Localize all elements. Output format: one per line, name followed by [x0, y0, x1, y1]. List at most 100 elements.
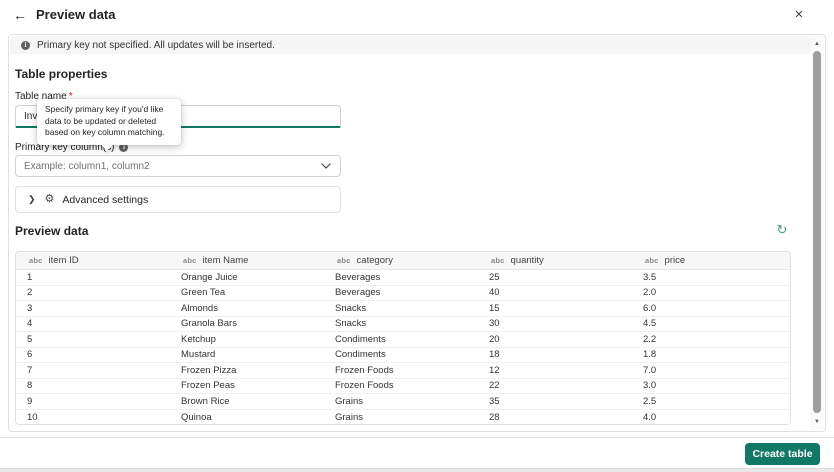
dialog-content: i Primary key not specified. All updates… — [9, 35, 811, 431]
table-cell: Beverages — [335, 287, 381, 299]
table-cell: 3.5 — [643, 271, 657, 283]
table-cell: 35 — [489, 395, 500, 407]
table-row: 9 Brown Rice Grains 35 2.5 — [16, 394, 790, 410]
table-cell: 2 — [27, 287, 33, 299]
table-cell: 4.0 — [643, 411, 657, 423]
dialog-title: Preview data — [36, 7, 116, 22]
table-cell: Frozen Pizza — [181, 364, 237, 376]
close-button[interactable]: ✕ — [789, 5, 809, 25]
table-cell: 6 — [27, 349, 33, 361]
table-cell: Snacks — [335, 318, 367, 330]
scroll-up-arrow[interactable]: ▲ — [810, 38, 824, 50]
vertical-scrollbar[interactable]: ▲ ▼ — [810, 36, 824, 430]
table-cell: 2.2 — [643, 333, 657, 345]
table-cell: Quinoa — [181, 411, 212, 423]
primary-key-placeholder: Example: column1, column2 — [24, 160, 150, 172]
table-row: 1 Orange Juice Beverages 25 3.5 — [16, 270, 790, 286]
dialog-footer: Create table — [0, 437, 834, 468]
column-header: abc item Name — [170, 252, 324, 269]
advanced-settings-label: Advanced settings — [62, 193, 149, 206]
refresh-icon: ↻ — [776, 222, 788, 237]
column-type-icon: abc — [183, 256, 197, 265]
chevron-down-icon — [321, 163, 331, 169]
table-cell: 4.5 — [643, 318, 657, 330]
table-row: 5 Ketchup Condiments 20 2.2 — [16, 332, 790, 348]
column-header: abc price — [632, 252, 790, 269]
table-cell: 2.0 — [643, 287, 657, 299]
preview-data-heading: Preview data — [15, 224, 89, 238]
column-header-label: quantity — [510, 255, 544, 266]
table-cell: 8 — [27, 380, 33, 392]
table-cell: Snacks — [335, 302, 367, 314]
column-header: abc quantity — [478, 252, 632, 269]
primary-key-combobox[interactable]: Example: column1, column2 — [15, 155, 341, 177]
table-cell: 20 — [489, 333, 500, 345]
table-cell: 3.0 — [643, 380, 657, 392]
table-cell: Condiments — [335, 349, 386, 361]
tooltip-text: Specify primary key if you'd like data t… — [45, 104, 165, 138]
column-type-icon: abc — [29, 256, 43, 265]
table-cell: Grains — [335, 411, 363, 423]
table-cell: Frozen Foods — [335, 380, 394, 392]
table-cell: Ketchup — [181, 333, 216, 345]
preview-data-dialog: ← Preview data ✕ i Primary key not speci… — [0, 0, 834, 472]
table-cell: 25 — [489, 271, 500, 283]
preview-table-body: 1 Orange Juice Beverages 25 3.5 2 Green Tea Bev… — [16, 270, 790, 425]
table-cell: 1 — [27, 271, 33, 283]
column-header-label: item ID — [48, 255, 79, 266]
window-bottom-edge — [0, 468, 834, 472]
column-header-label: category — [356, 255, 393, 266]
preview-table: abc item ID abc item Name abc category abc quan… — [15, 251, 791, 425]
table-cell: 2.5 — [643, 395, 657, 407]
back-button[interactable]: ← — [10, 5, 30, 25]
table-row: 2 Green Tea Beverages 40 2.0 — [16, 286, 790, 301]
table-cell: 5 — [27, 333, 33, 345]
table-cell: 1.8 — [643, 349, 657, 361]
table-cell: 15 — [489, 302, 500, 314]
table-cell: 40 — [489, 287, 500, 299]
column-type-icon: abc — [645, 256, 659, 265]
table-cell: Grains — [335, 395, 363, 407]
create-table-button[interactable]: Create table — [745, 443, 820, 465]
table-row: 6 Mustard Condiments 18 1.8 — [16, 348, 790, 363]
preview-table-header: abc item ID abc item Name abc category abc quan… — [16, 252, 790, 270]
column-type-icon: abc — [337, 256, 351, 265]
table-cell: 22 — [489, 380, 500, 392]
table-cell: 12 — [489, 364, 500, 376]
table-cell: Frozen Peas — [181, 380, 235, 392]
table-cell: 30 — [489, 318, 500, 330]
column-header-label: item Name — [202, 255, 249, 266]
table-cell: 7.0 — [643, 364, 657, 376]
table-row: 3 Almonds Snacks 15 6.0 — [16, 301, 790, 317]
table-cell: Brown Rice — [181, 395, 230, 407]
table-cell: Green Tea — [181, 287, 226, 299]
table-cell: Frozen Foods — [335, 364, 394, 376]
table-cell: Granola Bars — [181, 318, 237, 330]
table-row: 10 Quinoa Grains 28 4.0 — [16, 410, 790, 425]
table-row: 4 Granola Bars Snacks 30 4.5 — [16, 317, 790, 332]
info-icon: i — [21, 40, 30, 50]
scrollbar-thumb[interactable] — [813, 51, 821, 413]
advanced-settings-toggle[interactable]: ❯ ⚙ Advanced settings — [15, 186, 341, 213]
table-cell: 6.0 — [643, 302, 657, 314]
table-row: 8 Frozen Peas Frozen Foods 22 3.0 — [16, 379, 790, 394]
table-cell: Orange Juice — [181, 271, 238, 283]
dialog-body-panel: i Primary key not specified. All updates… — [8, 34, 826, 432]
table-cell: 4 — [27, 318, 33, 330]
table-properties-heading: Table properties — [15, 67, 108, 81]
table-cell: 18 — [489, 349, 500, 361]
scroll-down-arrow[interactable]: ▼ — [810, 416, 824, 428]
table-cell: 3 — [27, 302, 33, 314]
column-header-label: price — [664, 255, 686, 266]
table-cell: Mustard — [181, 349, 216, 361]
back-arrow-icon: ← — [13, 7, 27, 23]
column-header: abc category — [324, 252, 478, 269]
table-cell: 7 — [27, 364, 33, 376]
table-row: 7 Frozen Pizza Frozen Foods 12 7.0 — [16, 363, 790, 379]
primary-key-info-banner: i Primary key not specified. All updates… — [10, 36, 810, 54]
table-cell: Condiments — [335, 333, 386, 345]
gear-icon: ⚙ — [44, 193, 55, 205]
table-cell: Almonds — [181, 302, 218, 314]
table-cell: 10 — [27, 411, 38, 423]
refresh-button[interactable]: ↻ — [773, 221, 791, 239]
